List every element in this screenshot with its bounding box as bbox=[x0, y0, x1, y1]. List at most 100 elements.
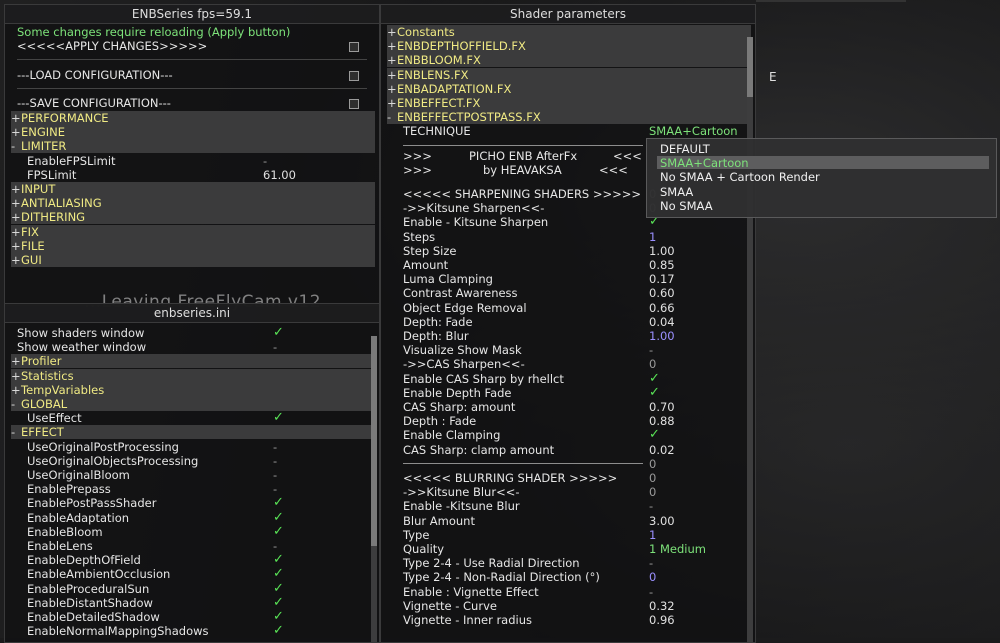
param-blur-amount[interactable]: Blur Amount 3.00 bbox=[403, 514, 755, 528]
param-step-size[interactable]: Step Size 1.00 bbox=[403, 244, 755, 258]
param-fpslimit[interactable]: FPSLimit 61.00 bbox=[27, 168, 379, 182]
setting-enableambientocclusion[interactable]: EnableAmbientOcclusion ✓ bbox=[27, 567, 379, 582]
expand-toggle-icon[interactable]: + bbox=[11, 125, 21, 139]
setting-value[interactable]: - bbox=[273, 440, 277, 454]
setting-enablenormalmappingshadows[interactable]: EnableNormalMappingShadows ✓ bbox=[27, 624, 379, 639]
dropdown-option-no-smaa[interactable]: No SMAA bbox=[660, 199, 713, 213]
save-configuration-button[interactable]: ---SAVE CONFIGURATION--- bbox=[17, 96, 379, 110]
param-value[interactable]: - bbox=[649, 585, 653, 599]
param-depth-fade[interactable]: Depth: Fade 0.04 bbox=[403, 315, 755, 329]
expand-toggle-icon[interactable]: + bbox=[387, 96, 397, 110]
setting-show-weather-window[interactable]: Show weather window - bbox=[17, 340, 379, 354]
param-value[interactable]: 0.70 bbox=[649, 400, 675, 414]
param-value[interactable]: 0.32 bbox=[649, 599, 675, 613]
param-cas-sharp-clamp-amount[interactable]: CAS Sharp: clamp amount 0.02 bbox=[403, 443, 755, 457]
dropdown-option-smaa[interactable]: SMAA bbox=[660, 185, 693, 199]
checkmark-icon[interactable]: ✓ bbox=[273, 624, 284, 638]
param-enablefpslimit[interactable]: EnableFPSLimit - bbox=[27, 154, 379, 168]
setting-enablepostpassshader[interactable]: EnablePostPassShader ✓ bbox=[27, 496, 379, 511]
checkmark-icon[interactable]: ✓ bbox=[273, 510, 284, 525]
section-tempvariables[interactable]: + TempVariables bbox=[11, 382, 375, 397]
param-value[interactable]: 0 bbox=[649, 485, 656, 499]
param-value[interactable]: 1 bbox=[649, 230, 656, 244]
param-value[interactable]: 0.60 bbox=[649, 286, 675, 300]
load-checkbox[interactable] bbox=[349, 71, 359, 81]
checkmark-icon[interactable]: ✓ bbox=[273, 610, 284, 624]
param-value[interactable]: 0.17 bbox=[649, 272, 675, 286]
expand-toggle-icon[interactable]: + bbox=[11, 210, 21, 224]
setting-enablelens[interactable]: EnableLens - bbox=[27, 539, 379, 553]
section-performance[interactable]: + PERFORMANCE bbox=[11, 111, 375, 125]
section-enbadaptation-fx[interactable]: + ENBADAPTATION.FX bbox=[387, 81, 751, 96]
technique-row[interactable]: TECHNIQUE SMAA+Cartoon bbox=[403, 124, 755, 138]
section-enblens-fx[interactable]: + ENBLENS.FX bbox=[387, 67, 751, 82]
section-enbeffect-fx[interactable]: + ENBEFFECT.FX bbox=[387, 96, 751, 110]
param-value[interactable]: 1.00 bbox=[649, 244, 675, 258]
apply-checkbox[interactable] bbox=[349, 42, 359, 52]
param-cas-sharpen[interactable]: ->>CAS Sharpen<<- 0 bbox=[403, 357, 755, 371]
checkmark-icon[interactable]: ✓ bbox=[273, 411, 284, 425]
expand-toggle-icon[interactable]: + bbox=[11, 182, 21, 196]
setting-value[interactable]: - bbox=[273, 482, 277, 496]
checkmark-icon[interactable]: ✓ bbox=[649, 371, 660, 386]
setting-value[interactable]: - bbox=[273, 454, 277, 468]
section-file[interactable]: + FILE bbox=[11, 238, 375, 253]
param-enable-depth-fade[interactable]: Enable Depth Fade ✓ bbox=[403, 385, 755, 400]
technique-value[interactable]: SMAA+Cartoon bbox=[649, 124, 738, 138]
expand-toggle-icon[interactable]: + bbox=[387, 82, 397, 96]
section-engine[interactable]: + ENGINE bbox=[11, 125, 375, 140]
setting-value[interactable]: - bbox=[273, 539, 277, 553]
param-value[interactable]: 0.88 bbox=[649, 414, 675, 428]
param-luma-clamping[interactable]: Luma Clamping 0.17 bbox=[403, 272, 755, 286]
save-checkbox[interactable] bbox=[349, 99, 359, 109]
param-value[interactable]: 0 bbox=[649, 357, 656, 371]
shader-scrollbar[interactable] bbox=[747, 37, 753, 643]
expand-toggle-icon[interactable]: + bbox=[11, 383, 21, 397]
param-value[interactable]: 61.00 bbox=[263, 168, 296, 182]
param-enable-cas-sharp-by-rhellct[interactable]: Enable CAS Sharp by rhellct ✓ bbox=[403, 371, 755, 386]
expand-toggle-icon[interactable]: - bbox=[11, 397, 15, 411]
section-constants[interactable]: + Constants bbox=[387, 25, 751, 39]
param-value[interactable]: 1 Medium bbox=[649, 542, 706, 556]
param-value[interactable]: 0.85 bbox=[649, 258, 675, 272]
param-value[interactable]: - bbox=[649, 556, 653, 570]
checkmark-icon[interactable]: ✓ bbox=[273, 524, 284, 539]
dropdown-option-no-smaa-cartoon-render[interactable]: No SMAA + Cartoon Render bbox=[660, 170, 820, 184]
param-value[interactable]: 0.96 bbox=[649, 613, 675, 627]
param-enable-kitsune-blur[interactable]: Enable -Kitsune Blur - bbox=[403, 499, 755, 513]
param-value[interactable]: 0 bbox=[649, 457, 656, 471]
checkmark-icon[interactable]: ✓ bbox=[273, 581, 284, 596]
param-value[interactable]: 1 bbox=[649, 528, 656, 542]
param-enable-vignette-effect[interactable]: Enable : Vignette Effect - bbox=[403, 585, 755, 599]
expand-toggle-icon[interactable]: + bbox=[11, 225, 21, 239]
apply-changes-button[interactable]: <<<<<APPLY CHANGES>>>>> bbox=[17, 39, 379, 53]
expand-toggle-icon[interactable]: + bbox=[11, 253, 21, 267]
param-value[interactable]: 1.00 bbox=[649, 329, 675, 343]
section-statistics[interactable]: + Statistics bbox=[11, 368, 375, 383]
param-cas-sharp-amount[interactable]: CAS Sharp: amount 0.70 bbox=[403, 400, 755, 414]
setting-enableproceduralsun[interactable]: EnableProceduralSun ✓ bbox=[27, 581, 379, 596]
expand-toggle-icon[interactable]: - bbox=[11, 425, 15, 439]
checkmark-icon[interactable]: ✓ bbox=[273, 595, 284, 610]
param-value[interactable]: 0 bbox=[649, 570, 656, 584]
section-global[interactable]: - GLOBAL bbox=[11, 397, 375, 411]
expand-toggle-icon[interactable]: - bbox=[387, 110, 391, 124]
param-value[interactable]: 0.02 bbox=[649, 443, 675, 457]
param-steps[interactable]: Steps 1 bbox=[403, 230, 755, 244]
param-depth-fade[interactable]: Depth : Fade 0.88 bbox=[403, 414, 755, 428]
expand-toggle-icon[interactable]: - bbox=[11, 139, 15, 153]
section-antialiasing[interactable]: + ANTIALIASING bbox=[11, 196, 375, 211]
param-value[interactable]: 0.66 bbox=[649, 301, 675, 315]
param-vignette-inner-radius[interactable]: Vignette - Inner radius 0.96 bbox=[403, 613, 755, 627]
param-vignette-curve[interactable]: Vignette - Curve 0.32 bbox=[403, 599, 755, 613]
param-blank[interactable]: 0 bbox=[403, 457, 755, 471]
expand-toggle-icon[interactable]: + bbox=[11, 369, 21, 383]
param-depth-blur[interactable]: Depth: Blur 1.00 bbox=[403, 329, 755, 343]
checkmark-icon[interactable]: ✓ bbox=[649, 385, 660, 400]
setting-enabledepthoffield[interactable]: EnableDepthOfField ✓ bbox=[27, 553, 379, 568]
load-configuration-button[interactable]: ---LOAD CONFIGURATION--- bbox=[17, 68, 379, 82]
param-type[interactable]: Type 1 bbox=[403, 528, 755, 542]
param-value[interactable]: - bbox=[649, 499, 653, 513]
param-type-2-4-use-radial-direction[interactable]: Type 2-4 - Use Radial Direction - bbox=[403, 556, 755, 570]
param-value[interactable]: 0 bbox=[649, 471, 656, 485]
